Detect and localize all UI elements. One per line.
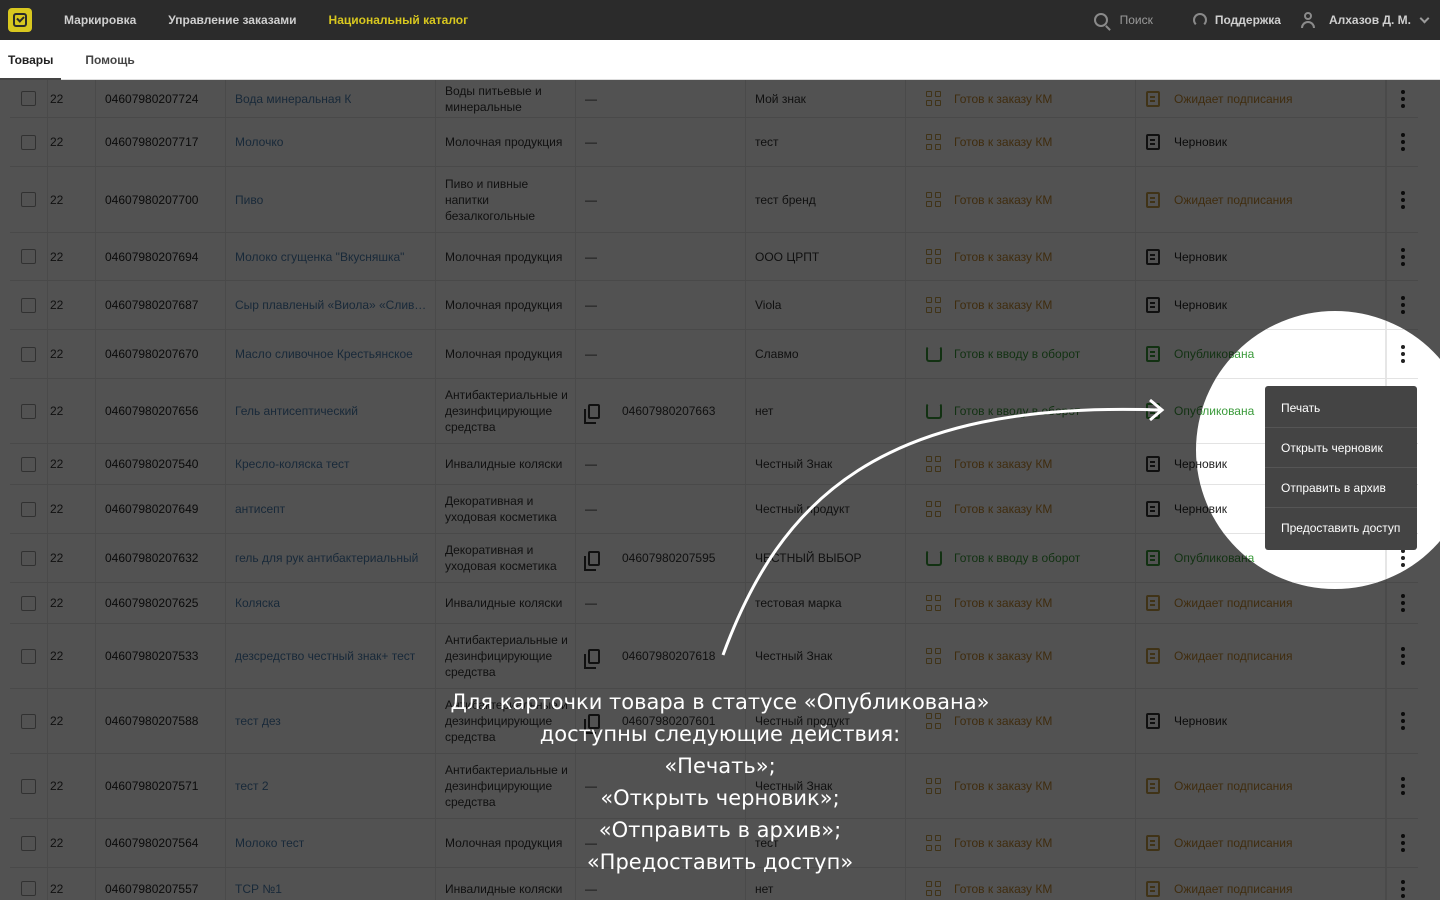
row-card-status-label: Опубликована bbox=[1196, 404, 1255, 418]
row-card-status-label: Черновик bbox=[1196, 502, 1227, 516]
kebab-menu-icon[interactable] bbox=[1400, 549, 1405, 567]
row-card-status-label: Черновик bbox=[1196, 457, 1227, 471]
row-menu-cell bbox=[1386, 583, 1418, 589]
user-name: Алхазов Д. М. bbox=[1328, 13, 1411, 27]
top-right-controls: Поиск Поддержка Алхазов Д. М. bbox=[1093, 0, 1440, 40]
headset-icon bbox=[1192, 13, 1207, 27]
caption-line: доступны следующие действия: bbox=[539, 722, 901, 746]
table-row[interactable]: 2204607980207687Сыр плавленый «Виола» «С… bbox=[1196, 311, 1418, 330]
row-menu-cell bbox=[1386, 311, 1418, 329]
user-menu[interactable]: Алхазов Д. М. bbox=[1300, 12, 1430, 28]
caption-line: Для карточки товара в статусе «Опубликов… bbox=[450, 690, 990, 714]
chevron-down-icon bbox=[1419, 13, 1430, 23]
search-label: Поиск bbox=[1119, 13, 1153, 27]
sub-tabs: Товары Помощь bbox=[0, 40, 1440, 80]
search-icon bbox=[1093, 13, 1108, 27]
support-link[interactable]: Поддержка bbox=[1192, 13, 1281, 27]
menu-item-print[interactable]: Печать bbox=[1265, 388, 1417, 428]
menu-item-archive[interactable]: Отправить в архив bbox=[1265, 468, 1417, 508]
caption-line: «Предоставить доступ» bbox=[586, 850, 854, 874]
support-label: Поддержка bbox=[1214, 13, 1281, 27]
nav-item-national-catalog[interactable]: Национальный каталог bbox=[329, 13, 469, 27]
caption-line: «Отправить в архив»; bbox=[598, 818, 842, 842]
row-menu-cell bbox=[1386, 330, 1418, 378]
kebab-menu-icon[interactable] bbox=[1400, 345, 1405, 363]
menu-item-share-access[interactable]: Предоставить доступ bbox=[1265, 508, 1417, 548]
table-row[interactable]: 2204607980207670Масло сливочное Крестьян… bbox=[1196, 330, 1418, 379]
top-navigation-bar: Маркировка Управление заказами Националь… bbox=[0, 0, 1440, 40]
menu-item-open-draft[interactable]: Открыть черновик bbox=[1265, 428, 1417, 468]
tab-goods[interactable]: Товары bbox=[0, 40, 62, 80]
kebab-menu-icon[interactable] bbox=[1400, 311, 1405, 314]
user-icon bbox=[1300, 12, 1315, 28]
nav-item-marking[interactable]: Маркировка bbox=[64, 13, 136, 27]
row-card-status-label: Опубликована bbox=[1196, 347, 1255, 361]
table-row[interactable]: 2204607980207625КоляскаИнвалидные коляск… bbox=[1196, 583, 1418, 589]
caption-line: «Открыть черновик»; bbox=[600, 786, 840, 810]
search-button[interactable]: Поиск bbox=[1093, 13, 1153, 27]
tab-help[interactable]: Помощь bbox=[77, 40, 142, 80]
row-card-status-label: Опубликована bbox=[1196, 551, 1255, 565]
caption-line: «Печать»; bbox=[664, 754, 776, 778]
app-logo-icon[interactable] bbox=[8, 8, 32, 32]
row-card-status-cell: Черновик bbox=[1196, 311, 1386, 329]
tutorial-caption: Для карточки товара в статусе «Опубликов… bbox=[360, 686, 1080, 878]
row-actions-menu: Печать Открыть черновик Отправить в архи… bbox=[1265, 386, 1417, 550]
row-card-status-cell: Ожидает подписания bbox=[1196, 583, 1386, 589]
nav-item-orders[interactable]: Управление заказами bbox=[168, 13, 296, 27]
row-card-status-cell: Опубликована bbox=[1196, 330, 1386, 378]
row-card-status-label: Черновик bbox=[1196, 311, 1227, 312]
